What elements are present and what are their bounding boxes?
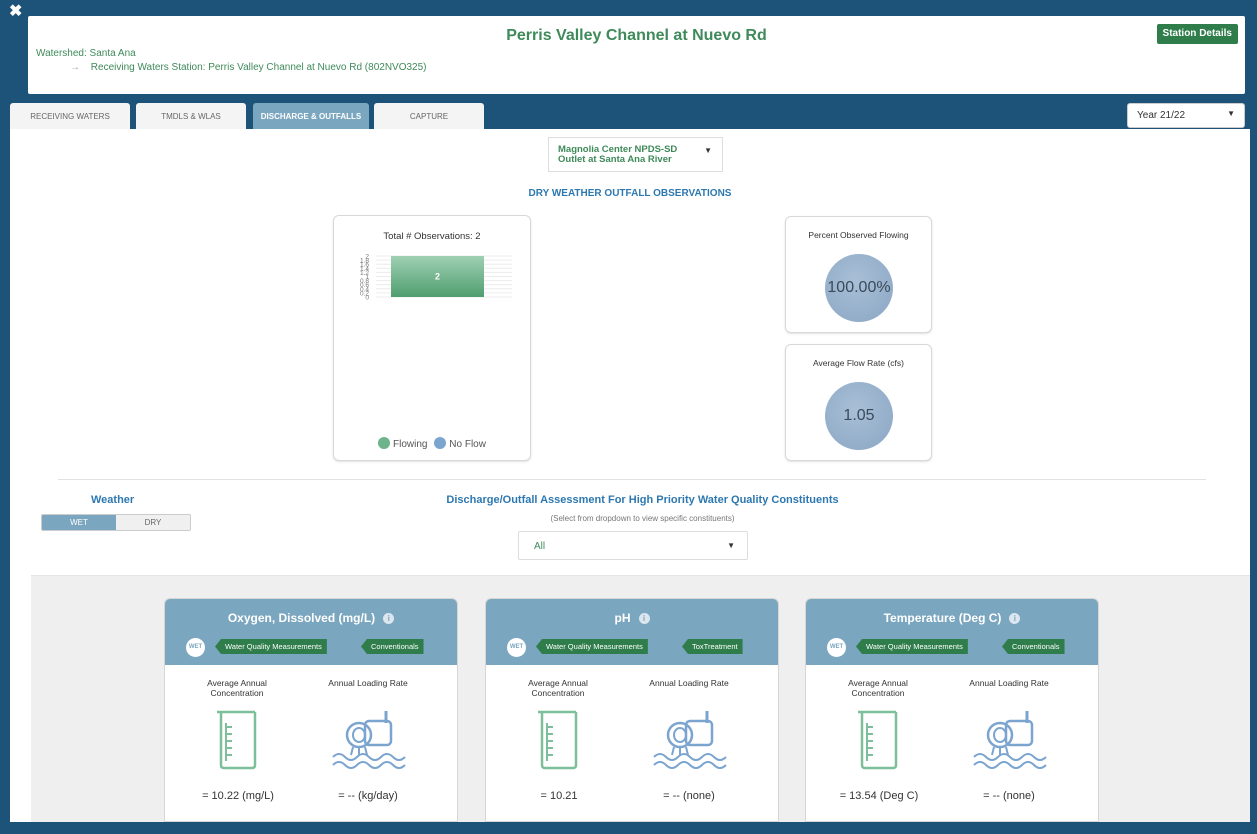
legend-swatch-flowing[interactable] <box>378 437 391 449</box>
outfall-pipe-icon <box>652 709 728 773</box>
station-header: Perris Valley Channel at Nuevo Rd Waters… <box>28 16 1245 94</box>
percent-flowing-card: Percent Observed Flowing 100.00% <box>785 216 932 333</box>
percent-flowing-label: Percent Observed Flowing <box>808 230 909 240</box>
constituent-card-temperature: Temperature (Deg C) i WET Water Quality M… <box>805 598 1099 822</box>
watershed-value: Santa Ana <box>89 48 136 59</box>
outfall-name-line2: Outlet at Santa Ana River <box>558 154 672 165</box>
constituent-title-text: Oxygen, Dissolved (mg/L) <box>227 611 376 625</box>
constituent-value: All <box>534 541 546 552</box>
chart-legend: Flowing No Flow <box>334 437 530 450</box>
info-icon[interactable]: i <box>383 613 395 624</box>
loading-rate-value: = -- (kg/day) <box>338 790 398 802</box>
assessment-title: Discharge/Outfall Assessment For High Pr… <box>446 494 839 506</box>
concentration-label: Average Annual Concentration <box>528 678 588 698</box>
modal-frame: ✖ Perris Valley Channel at Nuevo Rd Wate… <box>0 0 1257 834</box>
receiving-value: Perris Valley Channel at Nuevo Rd (802NV… <box>208 62 427 73</box>
constituent-card-oxygen: Oxygen, Dissolved (mg/L) i WET Water Qual… <box>164 598 458 822</box>
receiving-label: Receiving Waters Station: <box>90 62 206 73</box>
divider <box>58 479 1206 480</box>
chevron-down-icon: ▼ <box>1227 109 1235 118</box>
tag-group: Conventionals <box>1002 639 1065 654</box>
constituent-dropdown[interactable]: All ▼ <box>518 531 748 560</box>
observations-chart-card: Total # Observations: 2 0 0.2 0.4 0.6 0.8 1 1.… <box>333 215 531 461</box>
bar-data-label: 2 <box>435 272 440 282</box>
y-tick-label: 2 <box>365 254 369 261</box>
legend-label-no-flow[interactable]: No Flow <box>449 439 486 450</box>
chevron-down-icon: ▼ <box>727 541 735 550</box>
info-icon[interactable]: i <box>638 613 650 624</box>
constituent-title-text: pH <box>614 611 631 625</box>
wet-badge: WET <box>186 638 205 657</box>
tag-group: Conventionals <box>361 639 424 654</box>
year-value: Year 21/22 <box>1137 110 1186 121</box>
outfall-pipe-icon <box>331 709 407 773</box>
concentration-label: Average Annual Concentration <box>848 678 908 698</box>
loading-rate-label: Annual Loading Rate <box>328 678 408 688</box>
year-dropdown[interactable]: Year 21/22 ▼ <box>1127 103 1245 128</box>
constituent-title-text: Temperature (Deg C) <box>883 611 1002 625</box>
constituent-title: Oxygen, Dissolved (mg/L) i <box>165 611 457 625</box>
constituent-header: Temperature (Deg C) i WET Water Quality M… <box>806 599 1098 665</box>
assessment-subtitle: (Select from dropdown to view specific c… <box>550 514 735 523</box>
constituent-card-ph: pH i WET Water Quality Measurements ToxTr… <box>485 598 779 822</box>
loading-rate-value: = -- (none) <box>663 790 715 802</box>
concentration-value: = 10.22 (mg/L) <box>202 790 274 802</box>
tag-category: Water Quality Measurements <box>856 639 968 654</box>
tab-discharge-outfalls[interactable]: DISCHARGE & OUTFALLS <box>253 103 369 130</box>
beaker-icon <box>213 709 263 771</box>
constituent-header: Oxygen, Dissolved (mg/L) i WET Water Qual… <box>165 599 457 665</box>
tag-category: Water Quality Measurements <box>536 639 648 654</box>
tab-tmdls-wlas[interactable]: TMDLS & WLAS <box>136 103 246 130</box>
outfall-pipe-icon <box>972 709 1048 773</box>
loading-rate-label: Annual Loading Rate <box>649 678 729 688</box>
loading-rate-value: = -- (none) <box>983 790 1035 802</box>
beaker-icon <box>534 709 584 771</box>
station-details-button[interactable]: Station Details <box>1156 24 1238 44</box>
tab-receiving-waters[interactable]: RECEIVING WATERS <box>10 103 130 130</box>
tag-group: ToxTreatment <box>682 639 743 654</box>
constituent-header: pH i WET Water Quality Measurements ToxTr… <box>486 599 778 665</box>
avg-flow-value: 1.05 <box>825 382 893 450</box>
arrow-right-icon: → <box>70 62 80 73</box>
legend-swatch-no-flow[interactable] <box>434 437 447 449</box>
constituent-title: pH i <box>486 611 778 625</box>
watershed-label: Watershed: <box>36 48 87 59</box>
tag-category: Water Quality Measurements <box>215 639 327 654</box>
avg-flow-label: Average Flow Rate (cfs) <box>812 358 904 368</box>
chart-title: Total # Observations: 2 <box>383 231 481 242</box>
beaker-icon <box>854 709 904 771</box>
tab-capture[interactable]: CAPTURE <box>374 103 484 130</box>
chevron-down-icon: ▼ <box>704 146 712 155</box>
outfall-dropdown[interactable]: Magnolia Center NPDS-SD Outlet at Santa … <box>548 137 723 172</box>
receiving-waters-line: → Receiving Waters Station: Perris Valle… <box>70 62 427 73</box>
legend-label-flowing[interactable]: Flowing <box>393 439 427 450</box>
percent-flowing-value: 100.00% <box>825 254 893 322</box>
watershed-line: Watershed: Santa Ana <box>36 48 136 59</box>
constituent-title: Temperature (Deg C) i <box>806 611 1098 625</box>
main-panel: Magnolia Center NPDS-SD Outlet at Santa … <box>10 129 1250 822</box>
loading-rate-label: Annual Loading Rate <box>969 678 1049 688</box>
wet-badge: WET <box>827 638 846 657</box>
page-title: Perris Valley Channel at Nuevo Rd <box>506 27 767 44</box>
concentration-label: Average Annual Concentration <box>207 678 267 698</box>
wet-badge: WET <box>507 638 526 657</box>
info-icon[interactable]: i <box>1009 613 1021 624</box>
concentration-value: = 10.21 <box>540 790 578 802</box>
close-icon[interactable]: ✖ <box>9 4 22 20</box>
observations-chart: 00.20.40.60.811.21.41.61.822 <box>360 254 512 302</box>
avg-flow-card: Average Flow Rate (cfs) 1.05 <box>785 344 932 461</box>
concentration-value: = 13.54 (Deg C) <box>839 790 919 802</box>
section-title: DRY WEATHER OUTFALL OBSERVATIONS <box>528 188 732 199</box>
